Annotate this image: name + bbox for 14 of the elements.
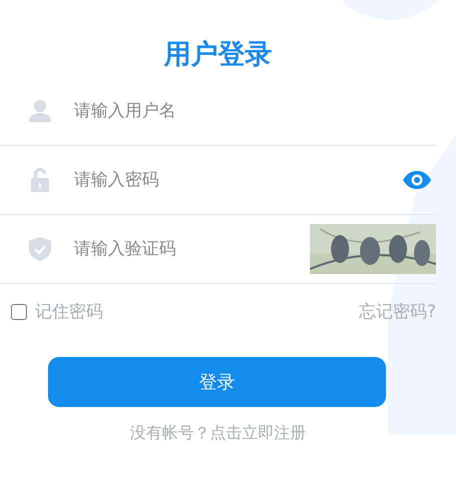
login-title: 用户登录 [162, 38, 273, 72]
remember-checkbox[interactable] [11, 304, 27, 320]
login-button[interactable]: 登录 [48, 357, 386, 407]
register-link[interactable]: 没有帐号？点击立即注册 [130, 423, 306, 442]
show-password-button[interactable] [402, 170, 432, 190]
username-field[interactable]: 请输入用户名 [74, 96, 436, 126]
forgot-password-link[interactable]: 忘记密码? [358, 300, 436, 323]
eye-icon [402, 170, 432, 190]
captcha-field[interactable]: 请输入验证码 [74, 234, 310, 264]
lock-icon [30, 167, 50, 193]
user-icon [28, 98, 52, 122]
shield-check-icon [28, 236, 52, 262]
password-field[interactable]: 请输入密码 [74, 165, 402, 195]
remember-label: 记住密码 [35, 301, 103, 323]
